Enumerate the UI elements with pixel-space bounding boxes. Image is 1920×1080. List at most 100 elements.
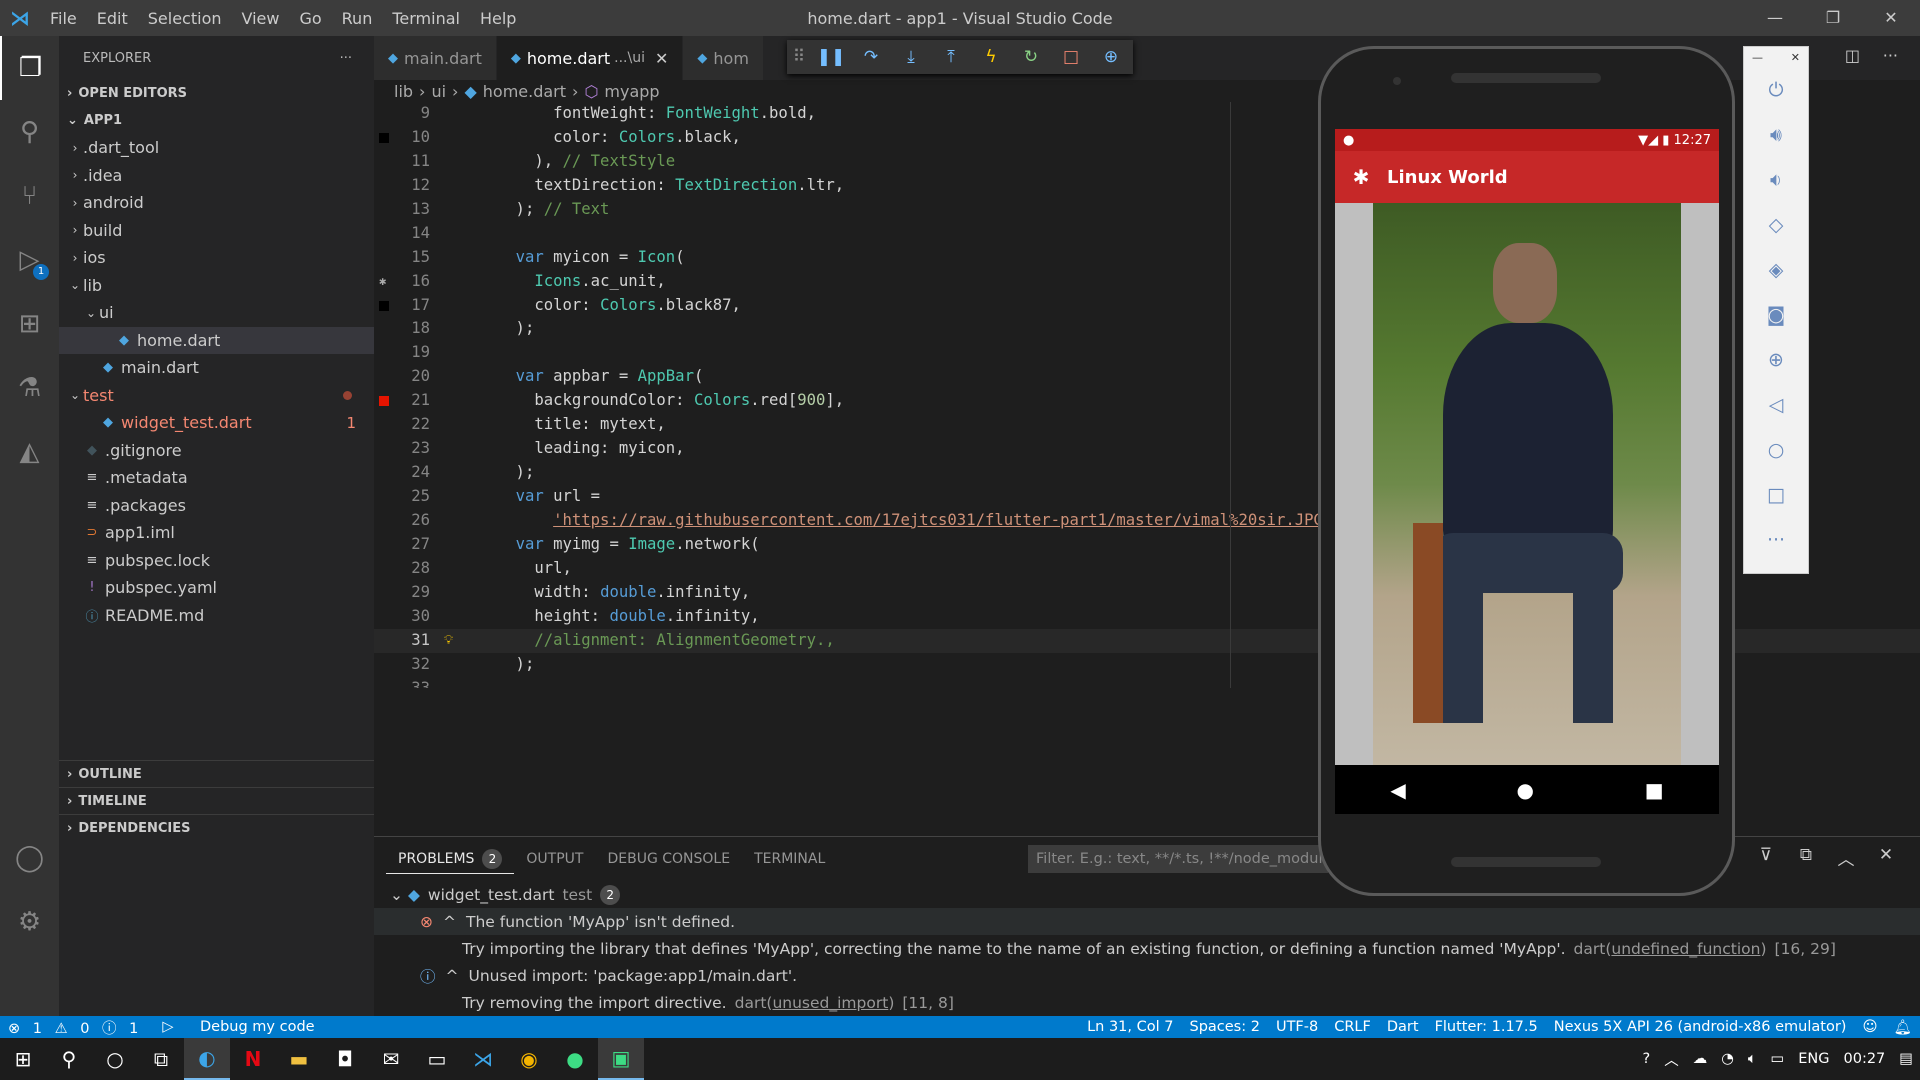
filter-icon[interactable]: ⊽ bbox=[1746, 845, 1786, 870]
restore-button[interactable]: ❐ bbox=[1804, 0, 1862, 36]
volume-icon[interactable]: 🔈︎ bbox=[1741, 1051, 1764, 1067]
emu-minimize-icon[interactable]: — bbox=[1752, 51, 1763, 64]
restart-icon[interactable]: ↻ bbox=[1011, 47, 1051, 67]
volume-down-icon[interactable]: 🔉︎ bbox=[1744, 157, 1808, 202]
file-explorer-icon[interactable]: ▬ bbox=[276, 1038, 322, 1080]
edge-icon[interactable]: ◐ bbox=[184, 1038, 230, 1080]
emulator-icon[interactable]: ▣ bbox=[598, 1038, 644, 1080]
mail-icon[interactable]: ✉ bbox=[368, 1038, 414, 1080]
tree-item-pubspec-yaml[interactable]: ! pubspec.yaml bbox=[59, 574, 374, 602]
tree-item-main-dart[interactable]: ◆ main.dart bbox=[59, 354, 374, 382]
lightbulb-icon[interactable]: 💡︎ bbox=[444, 629, 453, 653]
volume-up-icon[interactable]: 🔊︎ bbox=[1744, 112, 1808, 157]
rotate-right-icon[interactable]: ◈ bbox=[1744, 247, 1808, 292]
pause-icon[interactable]: ❚❚ bbox=[811, 47, 851, 67]
more-icon[interactable]: ··· bbox=[1744, 517, 1808, 562]
run-debug-icon[interactable]: ▷ 1 bbox=[0, 228, 59, 292]
recents-icon[interactable]: ■ bbox=[1645, 778, 1664, 802]
menu-go[interactable]: Go bbox=[289, 9, 331, 28]
task-view-icon[interactable]: ⧉ bbox=[138, 1038, 184, 1080]
notifications-icon[interactable]: 🔔︎ bbox=[1886, 1019, 1920, 1036]
zoom-icon[interactable]: ⊕ bbox=[1744, 337, 1808, 382]
tree-item-pubspec-lock[interactable]: ≡ pubspec.lock bbox=[59, 547, 374, 575]
emu-close-icon[interactable]: ✕ bbox=[1791, 51, 1800, 64]
windows-start-icon[interactable]: ⊞ bbox=[0, 1038, 46, 1080]
tree-item-home-dart[interactable]: ◆ home.dart bbox=[59, 326, 374, 354]
menu-selection[interactable]: Selection bbox=[138, 9, 232, 28]
cloud-icon[interactable]: ☁ bbox=[1686, 1051, 1715, 1067]
gear-icon[interactable]: ⚙ bbox=[0, 890, 59, 954]
tree-item--gitignore[interactable]: ◆ .gitignore bbox=[59, 437, 374, 465]
language-indicator[interactable]: ENG bbox=[1791, 1051, 1836, 1067]
collapse-all-icon[interactable]: ⧉ bbox=[1786, 845, 1826, 870]
search-icon[interactable]: ⚲ bbox=[46, 1038, 92, 1080]
more-actions-icon[interactable]: ··· bbox=[340, 51, 352, 66]
breadcrumb-file[interactable]: home.dart bbox=[483, 82, 566, 101]
drag-handle-icon[interactable]: ⠿ bbox=[787, 47, 811, 67]
tree-item-app1-iml[interactable]: ⊃ app1.iml bbox=[59, 519, 374, 547]
tree-item-readme-md[interactable]: ⓘ README.md bbox=[59, 602, 374, 630]
tree-item-test[interactable]: ⌄ test bbox=[59, 382, 374, 410]
open-editors-section[interactable]: › OPEN EDITORS bbox=[59, 80, 374, 107]
close-window-button[interactable]: ✕ bbox=[1862, 0, 1920, 36]
breadcrumb-ui[interactable]: ui bbox=[431, 82, 446, 101]
breadcrumb-symbol[interactable]: myapp bbox=[604, 82, 659, 101]
tree-item--packages[interactable]: ≡ .packages bbox=[59, 492, 374, 520]
overview-icon[interactable]: □ bbox=[1744, 472, 1808, 517]
tree-item--metadata[interactable]: ≡ .metadata bbox=[59, 464, 374, 492]
problem-code-link[interactable]: unused_import bbox=[772, 994, 888, 1012]
phone-screen[interactable]: ● ▼◢ ▮ 12:27 ✱ Linux World ◀ ● ■ bbox=[1335, 129, 1719, 814]
menu-edit[interactable]: Edit bbox=[87, 9, 138, 28]
problem-row-error[interactable]: ⊗ ^ The function 'MyApp' isn't defined. bbox=[374, 908, 1920, 935]
more-actions-icon[interactable]: ··· bbox=[1883, 46, 1898, 65]
menu-file[interactable]: File bbox=[40, 9, 87, 28]
action-center-icon[interactable]: ▤ bbox=[1892, 1051, 1920, 1067]
chrome-icon[interactable]: ◉ bbox=[506, 1038, 552, 1080]
tab-main-dart[interactable]: ◆ main.dart bbox=[374, 36, 497, 80]
problems-filter-input[interactable]: Filter. E.g.: text, **/*.ts, !**/node_mo… bbox=[1028, 845, 1328, 873]
menu-view[interactable]: View bbox=[232, 9, 290, 28]
step-over-icon[interactable]: ↷ bbox=[851, 47, 891, 67]
feedback-icon[interactable]: ☺ bbox=[1854, 1019, 1885, 1035]
android-icon[interactable]: ● bbox=[552, 1038, 598, 1080]
dependencies-section[interactable]: › DEPENDENCIES bbox=[59, 814, 374, 841]
menu-run[interactable]: Run bbox=[332, 9, 383, 28]
testing-icon[interactable]: ⚗ bbox=[0, 356, 59, 420]
home-icon[interactable]: ○ bbox=[1744, 427, 1808, 472]
rotate-left-icon[interactable]: ◇ bbox=[1744, 202, 1808, 247]
clock[interactable]: 00:27 bbox=[1837, 1051, 1893, 1067]
split-editor-icon[interactable]: ◫ bbox=[1845, 46, 1860, 65]
tree-item-android[interactable]: › android bbox=[59, 189, 374, 217]
account-icon[interactable]: ◯ bbox=[0, 826, 59, 890]
flutter-icon[interactable]: ◭ bbox=[0, 420, 59, 484]
tab-home-dart[interactable]: ◆ home.dart ...\ui ✕ bbox=[496, 36, 684, 80]
tray-chevron-icon[interactable]: ︿ bbox=[1657, 1049, 1686, 1070]
help-icon[interactable]: ? bbox=[1635, 1051, 1657, 1067]
line-ending[interactable]: CRLF bbox=[1326, 1019, 1379, 1035]
debug-status[interactable]: ▷ Debug my code bbox=[154, 1019, 330, 1035]
tree-item-widget-test-dart[interactable]: ◆ widget_test.dart 1 bbox=[59, 409, 374, 437]
power-icon[interactable]: ⏻ bbox=[1744, 67, 1808, 112]
timeline-section[interactable]: › TIMELINE bbox=[59, 787, 374, 814]
tree-item-build[interactable]: › build bbox=[59, 217, 374, 245]
search-icon[interactable]: ⚲ bbox=[0, 100, 59, 164]
device-selector[interactable]: Nexus 5X API 26 (android-x86 emulator) bbox=[1546, 1019, 1855, 1035]
screenshot-icon[interactable]: ◙ bbox=[1744, 292, 1808, 337]
indentation[interactable]: Spaces: 2 bbox=[1181, 1019, 1267, 1035]
source-control-icon[interactable]: ⑂ bbox=[0, 164, 59, 228]
explorer-icon[interactable]: ❐ bbox=[0, 36, 59, 100]
problem-code-link[interactable]: undefined_function bbox=[1611, 940, 1760, 958]
cortana-icon[interactable]: ○ bbox=[92, 1038, 138, 1080]
tree-item-lib[interactable]: ⌄ lib bbox=[59, 272, 374, 300]
hot-reload-icon[interactable]: ϟ bbox=[971, 47, 1011, 67]
menu-help[interactable]: Help bbox=[470, 9, 526, 28]
terminal-icon[interactable]: ▭ bbox=[414, 1038, 460, 1080]
maximize-panel-icon[interactable]: ︿ bbox=[1826, 845, 1866, 870]
tab-debug-console[interactable]: DEBUG CONSOLE bbox=[595, 851, 742, 867]
problems-status[interactable]: ⊗ 1 ⚠ 0 ⓘ 1 bbox=[0, 1017, 154, 1038]
netflix-icon[interactable]: N bbox=[230, 1038, 276, 1080]
flutter-version[interactable]: Flutter: 1.17.5 bbox=[1427, 1019, 1546, 1035]
cursor-position[interactable]: Ln 31, Col 7 bbox=[1079, 1019, 1181, 1035]
stop-icon[interactable]: □ bbox=[1051, 47, 1091, 67]
home-icon[interactable]: ● bbox=[1517, 778, 1534, 802]
